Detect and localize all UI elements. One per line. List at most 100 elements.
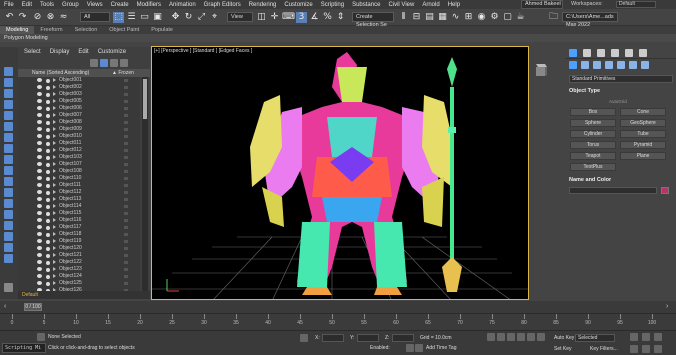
sphere-button[interactable]: Sphere	[570, 119, 616, 127]
name-color-rollout-title[interactable]: Name and Color	[569, 177, 611, 183]
render-icon[interactable]	[46, 92, 50, 97]
frozen-icon[interactable]	[124, 107, 128, 110]
rectangular-selection-icon[interactable]: ▭	[139, 12, 150, 23]
render-icon[interactable]	[46, 211, 50, 216]
tab-selection[interactable]: Selection	[69, 26, 104, 34]
systems-icon[interactable]	[641, 61, 649, 69]
render-icon[interactable]	[46, 197, 50, 202]
visibility-icon[interactable]	[37, 113, 42, 117]
display-xrefs-icon[interactable]	[4, 155, 13, 164]
list-item[interactable]: Object125	[18, 280, 140, 287]
menu-scripting[interactable]: Scripting	[317, 2, 348, 8]
rendered-frame-window-icon[interactable]: ▢	[502, 12, 513, 23]
menu-arnold[interactable]: Arnold	[418, 2, 443, 8]
visibility-icon[interactable]	[37, 155, 42, 159]
move-icon[interactable]: ✥	[170, 12, 181, 23]
toggle-scene-explorer-icon[interactable]: ▤	[424, 12, 435, 23]
next-frame-icon[interactable]	[527, 333, 535, 341]
explorer-scrollbar[interactable]	[142, 77, 148, 291]
modify-tab-icon[interactable]	[583, 49, 591, 57]
visibility-icon[interactable]	[37, 218, 42, 222]
visibility-icon[interactable]	[37, 232, 42, 236]
render-icon[interactable]	[46, 176, 50, 181]
auto-key-button[interactable]: Auto Key	[554, 335, 574, 341]
tab-object-paint[interactable]: Object Paint	[103, 26, 145, 34]
go-start-icon[interactable]	[497, 333, 505, 341]
space-warps-icon[interactable]	[629, 61, 637, 69]
lock-cell-editing-icon[interactable]	[4, 254, 13, 263]
visibility-icon[interactable]	[37, 106, 42, 110]
reference-coord-dropdown[interactable]: View	[227, 12, 253, 22]
snaps-toggle-icon[interactable]: 3	[296, 12, 307, 23]
frozen-icon[interactable]	[124, 135, 128, 138]
frozen-icon[interactable]	[124, 240, 128, 243]
display-containers-icon[interactable]	[4, 177, 13, 186]
list-item[interactable]: Object003	[18, 91, 140, 98]
visibility-icon[interactable]	[37, 148, 42, 152]
schematic-view-icon[interactable]: ⊞	[463, 12, 474, 23]
frozen-icon[interactable]	[124, 128, 128, 131]
frozen-icon[interactable]	[124, 86, 128, 89]
list-item[interactable]: Object002	[18, 84, 140, 91]
key-filters-button[interactable]: Key Filters...	[590, 346, 618, 352]
render-icon[interactable]	[46, 120, 50, 125]
viewcube[interactable]	[533, 60, 549, 80]
render-icon[interactable]	[46, 141, 50, 146]
list-item[interactable]: Object011	[18, 140, 140, 147]
bind-spacewarp-icon[interactable]: ≈	[58, 12, 69, 23]
project-path-field[interactable]: C:\Users\Ame...ads Max 2022	[562, 12, 618, 28]
workspace-dropdown[interactable]: Default	[616, 1, 656, 8]
visibility-icon[interactable]	[37, 246, 42, 250]
visibility-icon[interactable]	[37, 190, 42, 194]
list-item[interactable]: Object108	[18, 168, 140, 175]
frozen-icon[interactable]	[124, 170, 128, 173]
display-hidden-icon[interactable]	[4, 199, 13, 208]
render-icon[interactable]	[46, 239, 50, 244]
list-item[interactable]: Object006	[18, 105, 140, 112]
time-tag-icon[interactable]	[415, 344, 423, 352]
render-icon[interactable]	[46, 113, 50, 118]
frozen-icon[interactable]	[124, 191, 128, 194]
pan-icon[interactable]	[630, 345, 638, 353]
column-name-header[interactable]: Name (Sorted Ascending)	[32, 69, 89, 77]
render-icon[interactable]	[46, 148, 50, 153]
unlink-icon[interactable]: ⊗	[45, 12, 56, 23]
scrollbar-thumb[interactable]	[143, 79, 147, 119]
frozen-icon[interactable]	[124, 247, 128, 250]
adaptive-degradation-icon[interactable]	[406, 344, 414, 352]
tab-populate[interactable]: Populate	[145, 26, 179, 34]
select-manipulate-icon[interactable]: ✛	[269, 12, 280, 23]
list-item[interactable]: Object123	[18, 266, 140, 273]
render-icon[interactable]	[46, 127, 50, 132]
link-icon[interactable]: ⊘	[32, 12, 43, 23]
y-coord-field[interactable]	[357, 334, 379, 342]
list-item[interactable]: Object119	[18, 238, 140, 245]
layer-dropdown[interactable]: Default	[22, 292, 38, 298]
maxscript-listener[interactable]: Scripting Mi	[2, 343, 46, 353]
menu-civil-view[interactable]: Civil View	[384, 2, 418, 8]
motion-tab-icon[interactable]	[611, 49, 619, 57]
visibility-icon[interactable]	[37, 260, 42, 264]
undo-icon[interactable]: ↶	[4, 12, 15, 23]
list-item[interactable]: Object116	[18, 217, 140, 224]
render-icon[interactable]	[46, 183, 50, 188]
list-item[interactable]: Object007	[18, 112, 140, 119]
find-icon[interactable]	[110, 59, 118, 67]
frozen-icon[interactable]	[124, 79, 128, 82]
zoom-all-icon[interactable]	[642, 333, 650, 341]
display-geometry-icon[interactable]	[4, 78, 13, 87]
play-icon[interactable]	[517, 333, 525, 341]
set-key-button[interactable]: Set Key	[554, 346, 572, 352]
key-icon[interactable]	[487, 333, 495, 341]
list-item[interactable]: Object112	[18, 189, 140, 196]
folder-icon[interactable]: 🗀	[548, 12, 559, 23]
visibility-icon[interactable]	[37, 127, 42, 131]
display-cameras-icon[interactable]	[4, 111, 13, 120]
visibility-icon[interactable]	[37, 78, 42, 82]
list-item[interactable]: Object012	[18, 147, 140, 154]
column-frozen-header[interactable]: ▲ Frozen	[112, 69, 134, 77]
frozen-icon[interactable]	[124, 93, 128, 96]
list-item[interactable]: Object113	[18, 196, 140, 203]
render-icon[interactable]	[46, 274, 50, 279]
menu-animation[interactable]: Animation	[165, 2, 200, 8]
